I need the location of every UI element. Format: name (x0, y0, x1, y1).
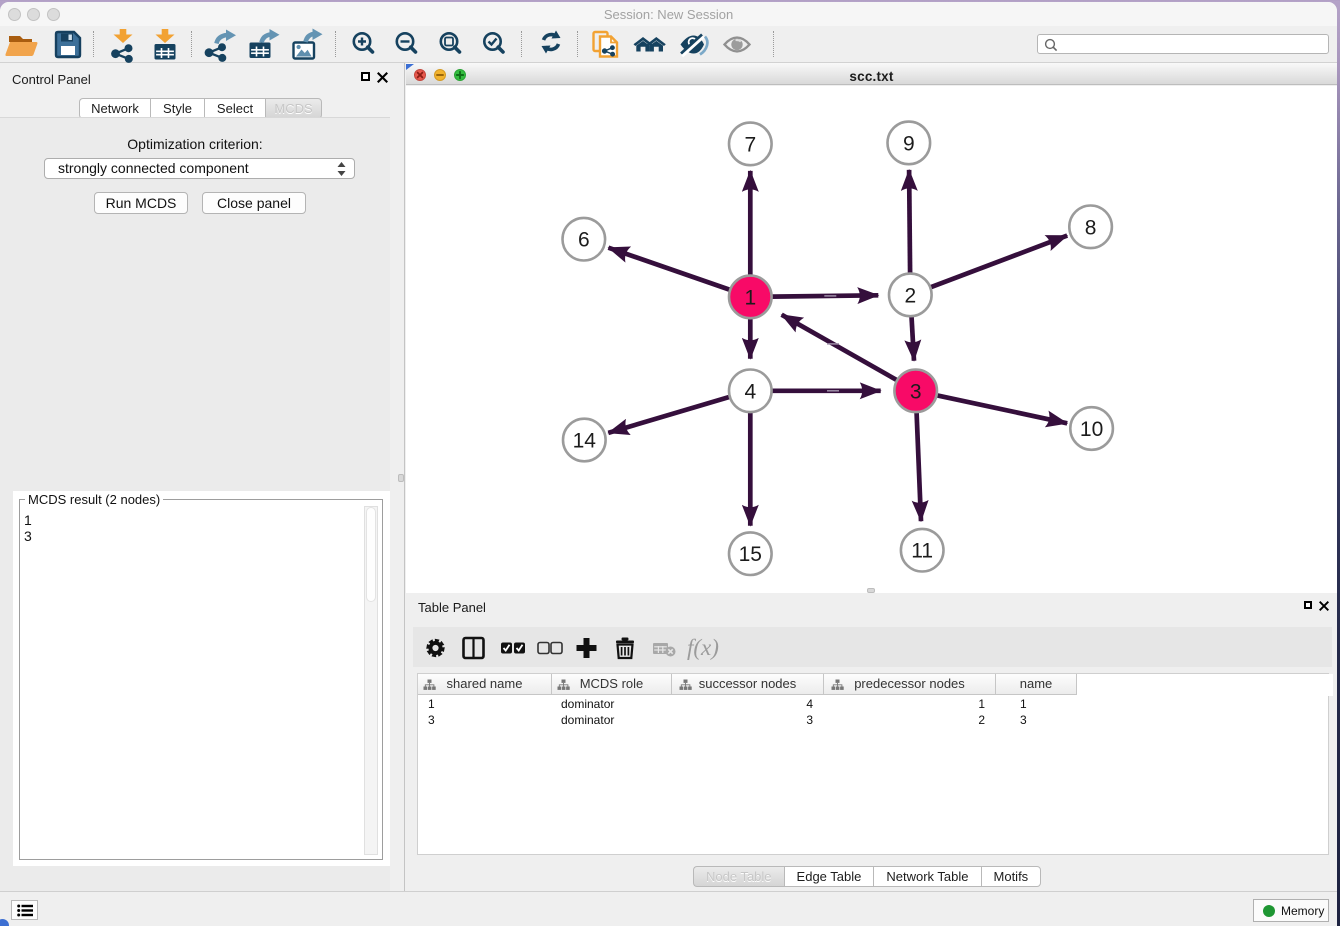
svg-text:7: 7 (744, 133, 756, 156)
svg-text:6: 6 (578, 229, 590, 252)
svg-text:15: 15 (739, 543, 762, 566)
svg-text:3: 3 (910, 380, 922, 403)
svg-text:14: 14 (573, 430, 597, 453)
svg-text:9: 9 (903, 132, 915, 155)
svg-text:11: 11 (911, 540, 933, 563)
svg-text:8: 8 (1085, 216, 1097, 239)
svg-text:2: 2 (904, 284, 916, 307)
svg-text:4: 4 (744, 380, 756, 403)
svg-text:10: 10 (1080, 418, 1103, 441)
svg-text:f(x): f(x) (687, 635, 719, 660)
svg-text:1: 1 (744, 286, 756, 309)
